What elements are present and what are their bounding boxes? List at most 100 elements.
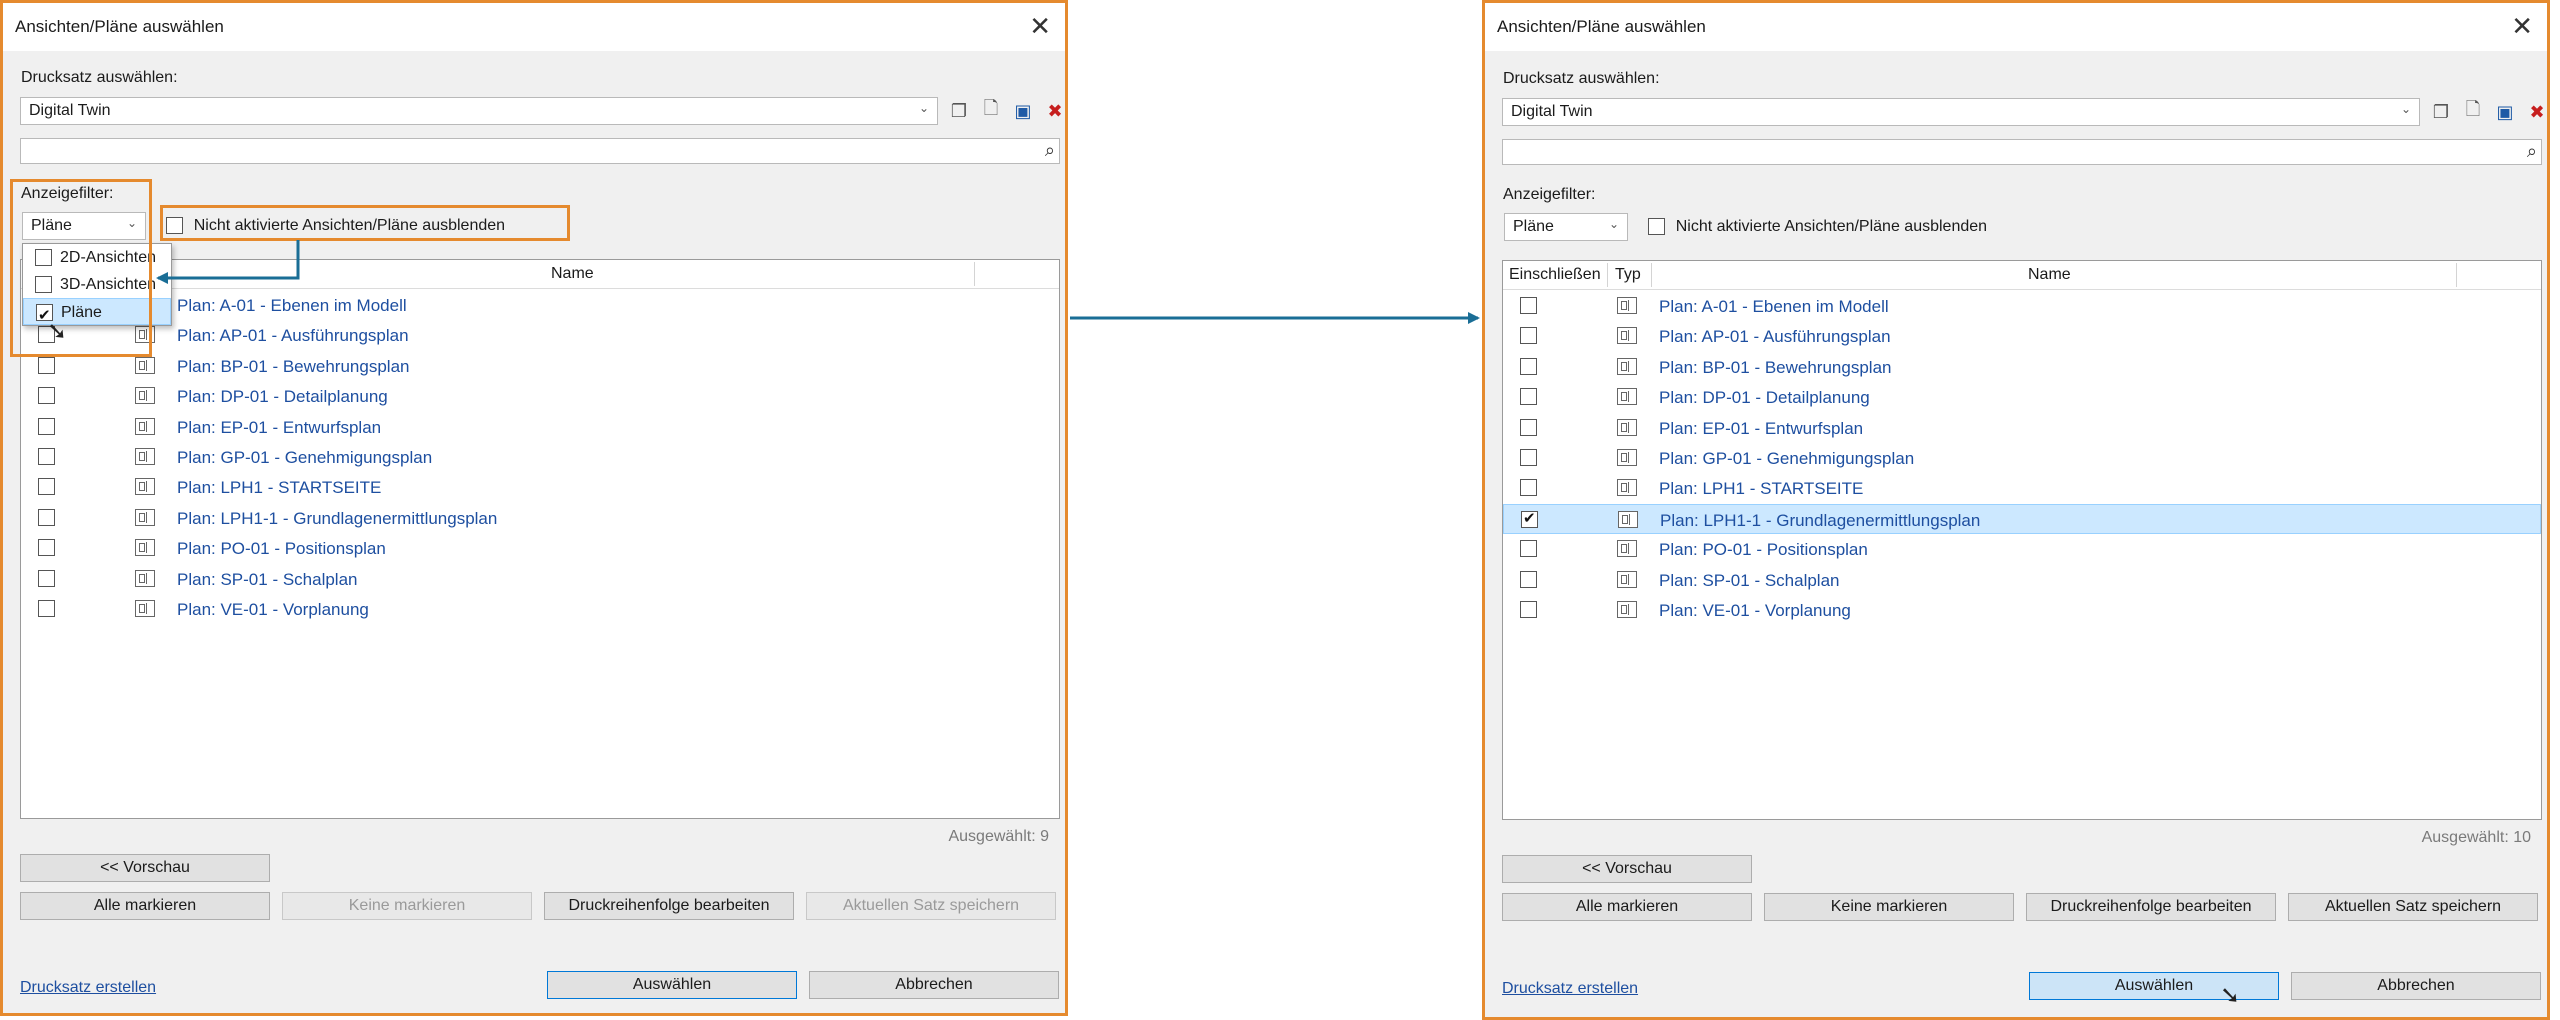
col-type[interactable]: Typ (1615, 266, 1641, 284)
search-input[interactable]: ⌕ (20, 138, 1060, 164)
search-input[interactable]: ⌕ (1502, 139, 2542, 165)
include-checkbox[interactable] (1520, 388, 1537, 406)
table-row[interactable]: Plan: PO-01 - Positionsplan (21, 533, 1059, 563)
delete-set-icon[interactable]: ✖ (2523, 98, 2551, 126)
table-row[interactable]: Plan: VE-01 - Vorplanung (21, 594, 1059, 624)
include-checkbox[interactable] (38, 600, 55, 617)
filter-value: Pläne (31, 217, 72, 234)
filter-option-checkbox[interactable] (35, 276, 52, 293)
table-row[interactable]: Plan: AP-01 - Ausführungsplan (21, 320, 1059, 350)
include-checkbox[interactable] (1520, 297, 1537, 314)
plan-name: Plan: PO-01 - Positionsplan (177, 539, 386, 559)
rename-icon[interactable]: ▣ (2491, 98, 2519, 126)
filter-option-2d[interactable]: 2D-Ansichten (23, 244, 171, 271)
include-checkbox[interactable] (1520, 449, 1537, 466)
mark-all-button[interactable]: Alle markieren (20, 892, 270, 920)
hide-inactive-checkbox[interactable] (1648, 218, 1665, 236)
col-name[interactable]: Name (2028, 266, 2071, 284)
save-set-button[interactable]: Aktuellen Satz speichern (2288, 893, 2538, 921)
table-row[interactable]: Plan: LPH1 - STARTSEITE (21, 472, 1059, 502)
drucksatz-select[interactable]: Digital Twin ⌄ (20, 97, 938, 125)
search-icon[interactable]: ⌕ (2527, 141, 2537, 162)
print-order-button[interactable]: Druckreihenfolge bearbeiten (2026, 893, 2276, 921)
table-row[interactable]: Plan: LPH1-1 - Grundlagenermittlungsplan (1503, 503, 2541, 534)
cancel-button[interactable]: Abbrechen (2291, 972, 2541, 1000)
delete-set-icon[interactable]: ✖ (1041, 97, 1069, 125)
print-order-button[interactable]: Druckreihenfolge bearbeiten (544, 892, 794, 920)
filter-option-plaene[interactable]: Pläne (23, 298, 171, 329)
table-row[interactable]: Plan: EP-01 - Entwurfsplan (21, 412, 1059, 442)
include-checkbox[interactable] (1520, 601, 1537, 618)
close-icon[interactable]: ✕ (1029, 13, 1051, 39)
duplicate-icon[interactable]: ❐ (2427, 98, 2455, 126)
table-row[interactable]: Plan: VE-01 - Vorplanung (1503, 595, 2541, 625)
include-checkbox[interactable] (38, 508, 55, 526)
include-checkbox[interactable] (1520, 357, 1537, 375)
filter-option-3d[interactable]: 3D-Ansichten (23, 271, 171, 298)
preview-button[interactable]: << Vorschau (20, 854, 270, 882)
table-row[interactable]: Plan: A-01 - Ebenen im Modell (1503, 291, 2541, 321)
hide-inactive-toggle[interactable]: Nicht aktivierte Ansichten/Pläne ausblen… (1648, 216, 1987, 238)
plan-list[interactable]: Name Plan: A-01 - Ebenen im Modell Plan: … (20, 259, 1060, 819)
table-row[interactable]: Plan: GP-01 - Genehmigungsplan (1503, 443, 2541, 473)
search-icon[interactable]: ⌕ (1045, 140, 1055, 161)
plan-name: Plan: LPH1-1 - Grundlagenermittlungsplan (177, 508, 498, 528)
new-set-icon[interactable]: 🗋 (2459, 98, 2487, 126)
table-row[interactable]: Plan: BP-01 - Bewehrungsplan (21, 351, 1059, 381)
select-button[interactable]: Auswählen (2029, 972, 2279, 1000)
mark-all-button[interactable]: Alle markieren (1502, 893, 1752, 921)
col-include[interactable]: Einschließen (1509, 266, 1601, 284)
new-set-icon[interactable]: 🗋 (977, 97, 1005, 125)
table-row[interactable]: Plan: SP-01 - Schalplan (21, 564, 1059, 594)
include-checkbox[interactable] (1520, 570, 1537, 588)
rename-icon[interactable]: ▣ (1009, 97, 1037, 125)
sheet-icon (1617, 357, 1637, 375)
table-row[interactable]: Plan: BP-01 - Bewehrungsplan (1503, 352, 2541, 382)
include-checkbox[interactable] (1520, 418, 1537, 436)
mouse-cursor-icon: ➘ (2220, 982, 2241, 1009)
col-name[interactable]: Name (551, 265, 594, 283)
include-checkbox[interactable] (38, 356, 55, 374)
plan-list[interactable]: Einschließen Typ Name Plan: A-01 - Ebene… (1502, 260, 2542, 820)
table-row[interactable]: Plan: EP-01 - Entwurfsplan (1503, 413, 2541, 443)
mark-none-button[interactable]: Keine markieren (282, 892, 532, 920)
include-checkbox[interactable] (38, 539, 55, 557)
filter-option-checkbox[interactable] (35, 249, 52, 266)
table-row[interactable]: Plan: PO-01 - Positionsplan (1503, 534, 2541, 564)
duplicate-icon[interactable]: ❐ (945, 97, 973, 125)
create-set-link[interactable]: Drucksatz erstellen (20, 979, 156, 997)
include-checkbox[interactable] (38, 478, 55, 496)
include-checkbox[interactable] (1520, 479, 1537, 497)
filter-select[interactable]: Pläne ⌄ (22, 212, 146, 240)
preview-button[interactable]: << Vorschau (1502, 855, 1752, 883)
include-checkbox[interactable] (38, 448, 55, 465)
include-checkbox[interactable] (38, 569, 55, 587)
close-icon[interactable]: ✕ (2511, 13, 2533, 39)
select-button[interactable]: Auswählen (547, 971, 797, 999)
table-row[interactable]: Plan: DP-01 - Detailplanung (1503, 382, 2541, 412)
include-checkbox[interactable] (1520, 540, 1537, 558)
hide-inactive-toggle[interactable]: Nicht aktivierte Ansichten/Pläne ausblen… (166, 215, 505, 237)
table-row[interactable]: Plan: SP-01 - Schalplan (1503, 565, 2541, 595)
cancel-button[interactable]: Abbrechen (809, 971, 1059, 999)
filter-select[interactable]: Pläne ⌄ (1504, 213, 1628, 241)
filter-value: Pläne (1513, 218, 1554, 235)
save-set-button[interactable]: Aktuellen Satz speichern (806, 892, 1056, 920)
table-row[interactable]: Plan: LPH1 - STARTSEITE (1503, 473, 2541, 503)
plan-name: Plan: AP-01 - Ausführungsplan (177, 326, 409, 346)
include-checkbox[interactable] (38, 387, 55, 405)
create-set-link[interactable]: Drucksatz erstellen (1502, 980, 1638, 998)
include-checkbox[interactable] (38, 417, 55, 435)
table-row[interactable]: Plan: LPH1-1 - Grundlagenermittlungsplan (21, 503, 1059, 533)
include-checkbox[interactable] (1521, 509, 1538, 528)
mark-none-button[interactable]: Keine markieren (1764, 893, 2014, 921)
table-row[interactable]: Plan: AP-01 - Ausführungsplan (1503, 321, 2541, 351)
anzeigefilter-label: Anzeigefilter: (1503, 186, 1596, 203)
include-checkbox[interactable] (1520, 327, 1537, 345)
table-row[interactable]: Plan: GP-01 - Genehmigungsplan (21, 442, 1059, 472)
hide-inactive-checkbox[interactable] (166, 217, 183, 235)
table-row[interactable]: Plan: DP-01 - Detailplanung (21, 381, 1059, 411)
table-row[interactable]: Plan: A-01 - Ebenen im Modell (21, 290, 1059, 320)
drucksatz-select[interactable]: Digital Twin ⌄ (1502, 98, 2420, 126)
mouse-cursor-icon: ➘ (47, 318, 68, 345)
